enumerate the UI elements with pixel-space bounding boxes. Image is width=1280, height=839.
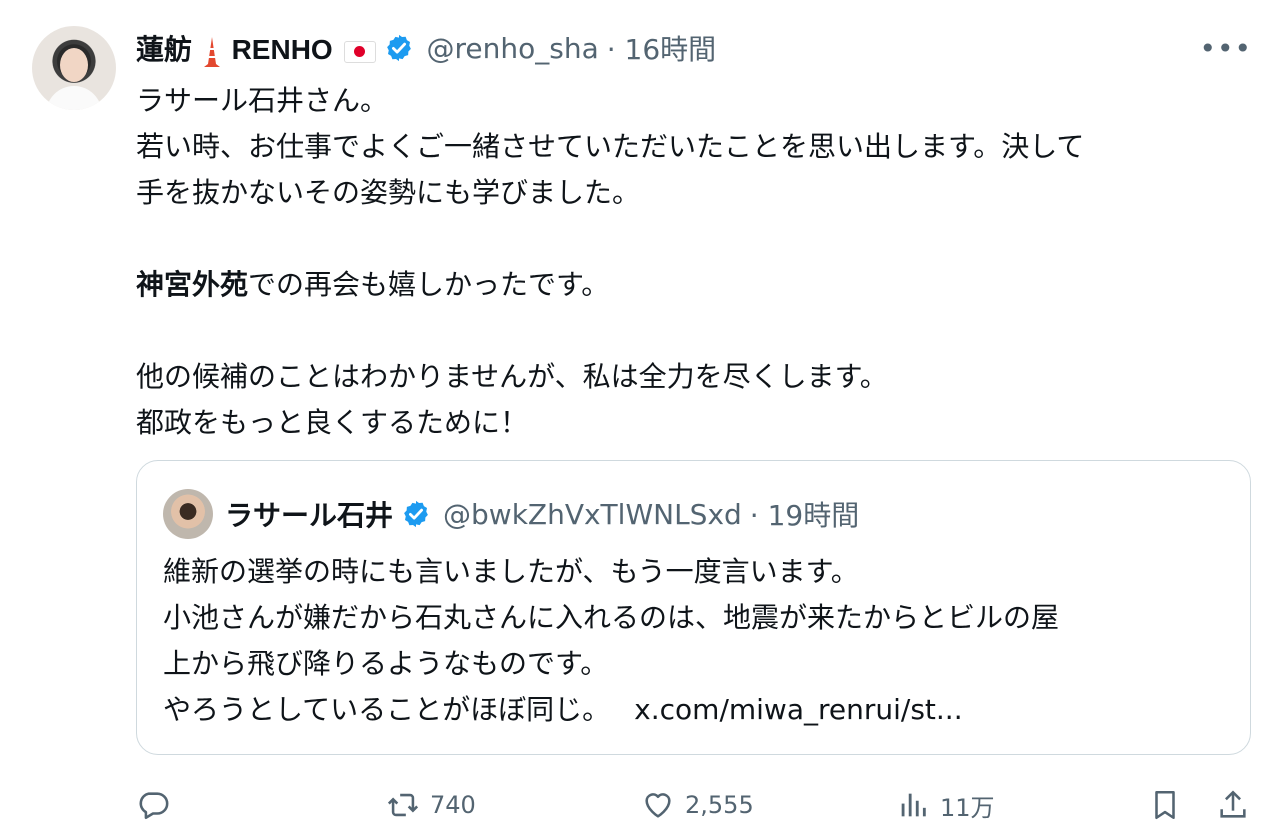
retweet-count: 740 (430, 791, 476, 819)
tweet-line: 手を抜かないその姿勢にも学びました。 (136, 176, 641, 209)
verified-badge-icon (404, 500, 428, 528)
quoted-author-handle[interactable]: @bwkZhVxTlWNLSxd (443, 498, 742, 531)
author-avatar[interactable] (32, 26, 116, 110)
quoted-tweet-header: ラサール石井 @bwkZhVxTlWNLSxd · 19時間 (225, 491, 859, 537)
avatar-face (60, 48, 88, 82)
tweet-body: ラサール石井さん。 若い時、お仕事でよくご一緒させていただいたことを思い出します… (136, 78, 1246, 446)
tweet-line: 若い時、お仕事でよくご一緒させていただいたことを思い出します。決して (136, 130, 1085, 163)
quoted-line: やろうとしていることがほぼ同じ。 (163, 693, 611, 726)
japan-flag-icon (344, 40, 377, 63)
heart-icon (645, 793, 671, 818)
author-display-name[interactable]: 蓮舫 RENHO (136, 28, 377, 68)
views-chart-icon (901, 793, 926, 817)
like-button[interactable]: 2,555 (641, 780, 754, 830)
reply-button[interactable] (136, 780, 180, 830)
line-break (136, 308, 1246, 354)
tokyo-tower-icon (203, 36, 220, 67)
like-count: 2,555 (685, 791, 754, 819)
bold-text: 神宮外苑 (136, 268, 249, 301)
retweet-button[interactable]: 740 (386, 780, 476, 830)
reply-icon (139, 792, 169, 820)
quoted-author-avatar[interactable] (163, 489, 213, 539)
author-name-kanji: 蓮舫 (136, 34, 193, 65)
views-count: 11万 (940, 793, 995, 822)
quoted-line: 小池さんが嫌だから石丸さんに入れるのは、地震が来たからとビルの屋 (163, 601, 1060, 634)
bookmark-button[interactable] (1148, 780, 1182, 830)
tweet-line-rest: での再会も嬉しかったです。 (248, 268, 610, 301)
tweet-line: 都政をもっと良くするために！ (136, 406, 529, 439)
tweet-actions-bar: 740 2,555 11万 (136, 780, 1256, 830)
quoted-link[interactable]: x.com/miwa_renrui/st... (634, 693, 962, 726)
quoted-line: 上から飛び降りるようなものです。 (163, 647, 609, 680)
tweet-line-with-bold: 神宮外苑での再会も嬉しかったです。 (136, 262, 1246, 308)
quoted-line-with-link: やろうとしていることがほぼ同じ。 x.com/miwa_renrui/st... (163, 687, 1223, 733)
share-button[interactable] (1216, 780, 1250, 830)
quoted-author-name[interactable]: ラサール石井 (225, 494, 393, 534)
author-handle[interactable]: @renho_sha (426, 32, 598, 65)
share-icon (1220, 790, 1246, 818)
retweet-icon (387, 793, 419, 817)
views-button[interactable]: 11万 (896, 780, 995, 830)
quoted-tweet-card[interactable]: ラサール石井 @bwkZhVxTlWNLSxd · 19時間 維新の選挙の時にも… (136, 460, 1251, 755)
bookmark-icon (1155, 790, 1175, 820)
tweet-line: 他の候補のことはわかりませんが、私は全力を尽くします。 (136, 360, 888, 393)
more-options-icon[interactable]: ••• (1199, 32, 1252, 65)
avatar-body (46, 86, 102, 110)
tweet-time[interactable]: · 16時間 (607, 28, 716, 68)
quoted-line: 維新の選挙の時にも言いましたが、もう一度言います。 (163, 555, 859, 588)
line-break (136, 216, 1246, 262)
tweet-line: ラサール石井さん。 (136, 84, 389, 117)
verified-badge-icon (387, 34, 412, 62)
quoted-tweet-body: 維新の選挙の時にも言いましたが、もう一度言います。 小池さんが嫌だから石丸さんに… (163, 549, 1223, 733)
tweet-header: 蓮舫 RENHO @renho_sha · 16時間 (136, 26, 716, 70)
author-name-latin: RENHO (231, 34, 333, 65)
quoted-tweet-time[interactable]: · 19時間 (750, 494, 859, 534)
